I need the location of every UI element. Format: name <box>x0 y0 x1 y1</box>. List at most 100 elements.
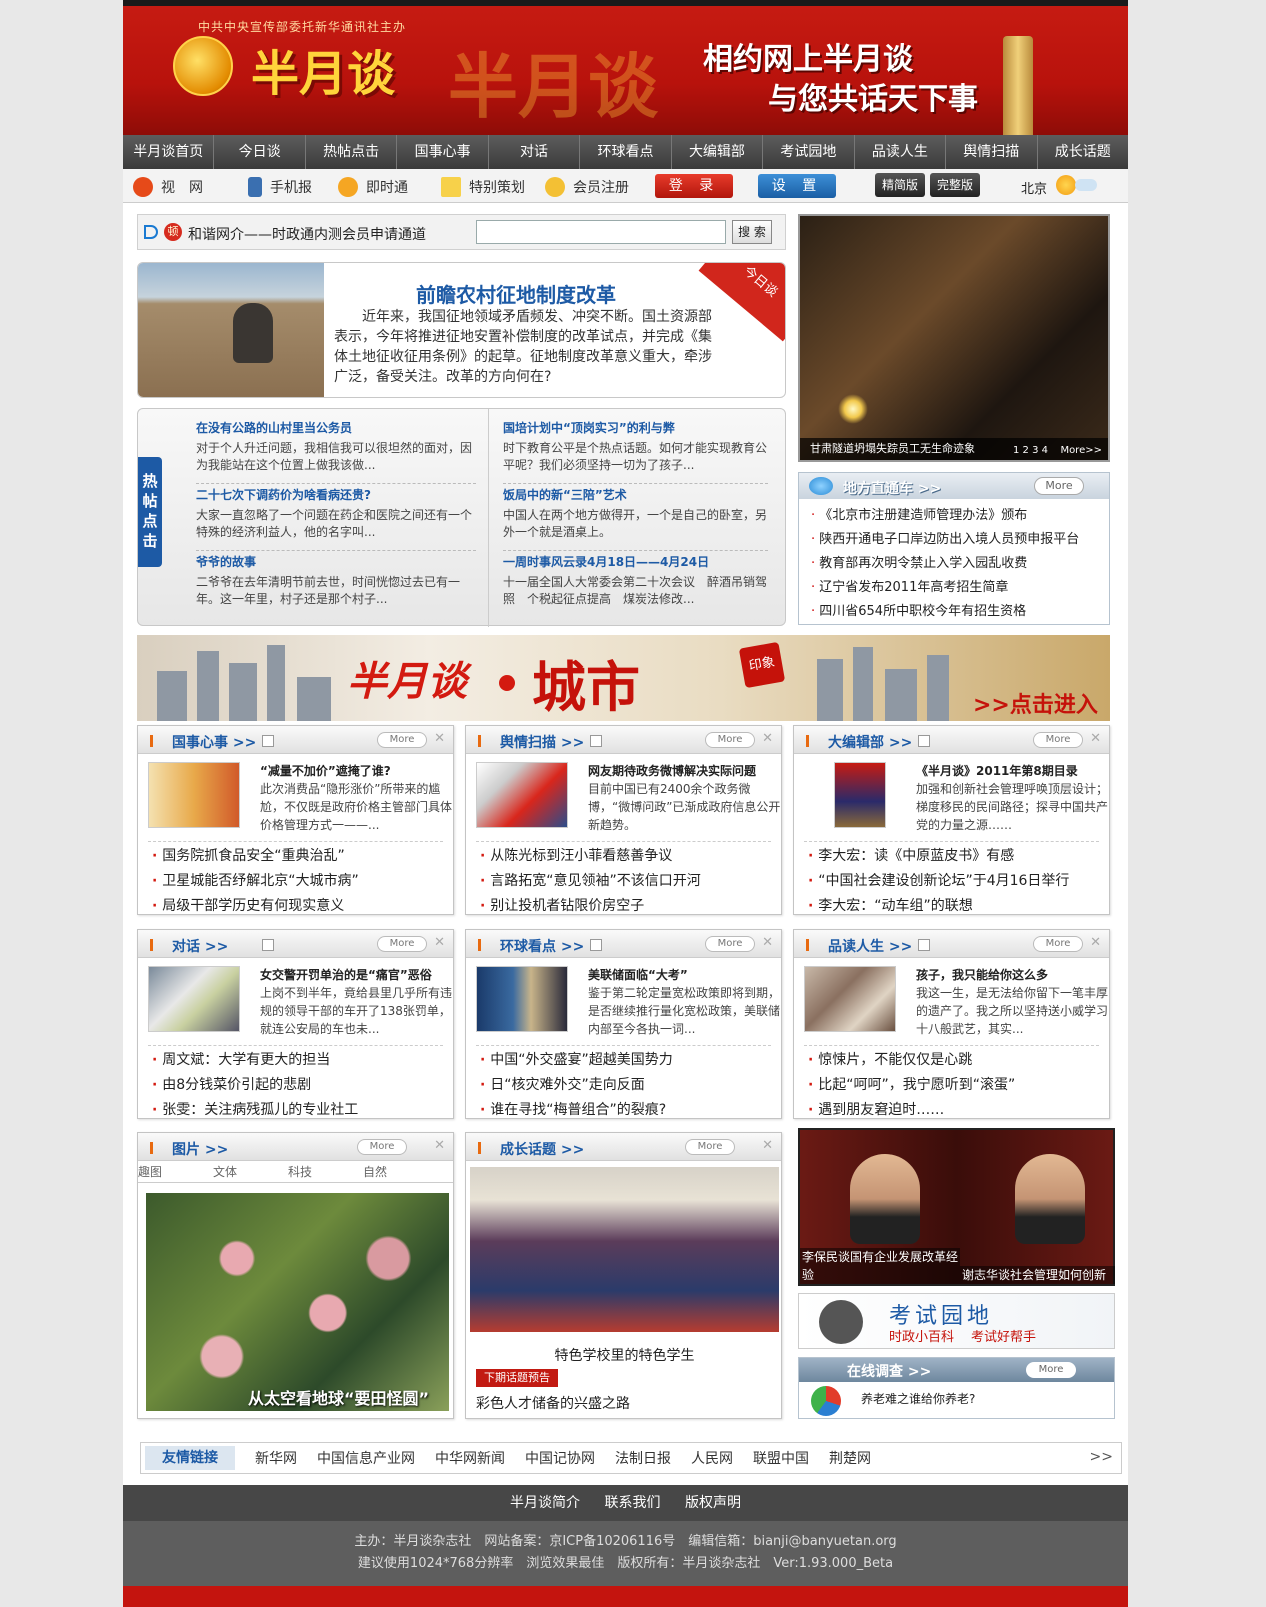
close-icon[interactable]: ✕ <box>434 935 445 950</box>
list-item[interactable]: 别让投机者钻限价房空子 <box>480 894 767 919</box>
box-headline[interactable]: 美联储面临“大考” <box>588 966 688 983</box>
list-item[interactable]: 局级干部学历史有何现实意义 <box>152 894 439 919</box>
list-item[interactable]: 比起“呵呵”，我宁愿听到“滚蛋” <box>808 1073 1095 1098</box>
next-topic-title[interactable]: 彩色人才储备的兴盛之路 <box>476 1393 630 1413</box>
settings-button[interactable]: 设 置 <box>758 174 836 198</box>
local-news-title[interactable]: 地方直通车 >> <box>843 478 941 498</box>
slideshow-more-link[interactable]: More>> <box>1060 445 1102 456</box>
box-thumbnail[interactable] <box>148 966 240 1032</box>
list-item[interactable]: 言路拓宽“意见领袖”不该信口开河 <box>480 869 767 894</box>
speaker-icon[interactable] <box>918 735 930 747</box>
speaker-icon[interactable] <box>918 939 930 951</box>
feature-title[interactable]: 前瞻农村征地制度改革 <box>416 279 616 308</box>
more-button[interactable]: More <box>377 936 427 952</box>
footer-link[interactable]: 版权声明 <box>685 1495 741 1511</box>
list-item[interactable]: 日“核灾难外交”走向反面 <box>480 1073 767 1098</box>
subnav-mobile[interactable]: 手机报 <box>248 177 312 197</box>
friend-link[interactable]: 新华网 <box>255 1448 297 1468</box>
close-icon[interactable]: ✕ <box>434 731 445 746</box>
footer-link[interactable]: 联系我们 <box>605 1495 661 1511</box>
nav-item[interactable]: 大编辑部 <box>672 135 764 169</box>
list-item[interactable]: 李大宏：读《中原蓝皮书》有感 <box>808 844 1095 869</box>
list-item[interactable]: 爷爷的故事 二爷爷在去年清明节前去世，时间恍惚过去已有一年。这一年里，村子还是那个… <box>196 551 476 618</box>
video-caption[interactable]: 谢志华谈社会管理如何创新 <box>960 1266 1115 1284</box>
weather-city[interactable]: 北京 <box>1021 178 1047 197</box>
close-icon[interactable]: ✕ <box>1090 731 1101 746</box>
list-item[interactable]: 教育部再次明令禁止入学入园乱收费 <box>811 552 1097 576</box>
more-button[interactable]: More <box>1026 1362 1076 1378</box>
more-button[interactable]: More <box>1034 477 1084 495</box>
list-item[interactable]: 周文斌：大学有更大的担当 <box>152 1048 439 1073</box>
close-icon[interactable]: ✕ <box>762 935 773 950</box>
list-item[interactable]: 从陈光标到汪小菲看慈善争议 <box>480 844 767 869</box>
nav-item[interactable]: 成长话题 <box>1038 135 1128 169</box>
list-item[interactable]: 饭局中的新“三陪”艺术 中国人在两个地方做得开，一个是自己的卧室，另外一个就是酒桌… <box>503 484 768 551</box>
tab-tech[interactable]: 科技 <box>288 1161 363 1182</box>
box-headline[interactable]: 《半月谈》2011年第8期目录 <box>916 762 1078 779</box>
list-item[interactable]: 二十七次下调药价为啥看病还贵? 大家一直忽略了一个问题在药企和医院之间还有一个特殊… <box>196 484 476 551</box>
more-button[interactable]: More <box>705 936 755 952</box>
box-title[interactable]: 图片 >> <box>172 1139 228 1159</box>
nav-item[interactable]: 对话 <box>489 135 581 169</box>
box-title[interactable]: 环球看点 >> <box>500 936 584 956</box>
box-title[interactable]: 国事心事 >> <box>172 732 256 752</box>
speaker-icon[interactable] <box>590 939 602 951</box>
speaker-icon[interactable] <box>262 735 274 747</box>
friend-link[interactable]: 中国记协网 <box>525 1448 595 1468</box>
more-button[interactable]: More <box>377 732 427 748</box>
more-button[interactable]: More <box>685 1139 735 1155</box>
friend-link[interactable]: 联盟中国 <box>753 1448 809 1468</box>
notice-link[interactable]: 和谐网介——时政通内测会员申请通道 <box>188 224 426 244</box>
nav-item[interactable]: 热帖点击 <box>306 135 398 169</box>
box-thumbnail[interactable] <box>148 762 240 828</box>
globe-logo-icon[interactable] <box>173 36 233 96</box>
growth-image[interactable] <box>470 1167 779 1332</box>
box-thumbnail[interactable] <box>804 966 896 1032</box>
feature-image[interactable] <box>138 263 324 397</box>
nav-item[interactable]: 国事心事 <box>397 135 489 169</box>
photo-slideshow[interactable]: 甘肃隧道坍塌失踪员工无生命迹象 1 2 3 4 More>> <box>798 214 1110 462</box>
close-icon[interactable]: ✕ <box>434 1138 445 1153</box>
box-thumbnail[interactable] <box>476 762 568 828</box>
search-button[interactable]: 搜 索 <box>732 220 772 244</box>
earth-from-space-image[interactable] <box>146 1193 449 1411</box>
close-icon[interactable]: ✕ <box>762 1138 773 1153</box>
box-headline[interactable]: 孩子，我只能给你这么多 <box>916 966 1048 983</box>
close-icon[interactable]: ✕ <box>1090 935 1101 950</box>
list-item[interactable]: 《北京市注册建造师管理办法》颁布 <box>811 504 1097 528</box>
login-button[interactable]: 登 录 <box>655 174 733 198</box>
friend-link[interactable]: 中国信息产业网 <box>317 1448 415 1468</box>
more-button[interactable]: More <box>1033 936 1083 952</box>
box-headline[interactable]: 网友期待政务微博解决实际问题 <box>588 762 756 779</box>
box-thumbnail[interactable] <box>476 966 568 1032</box>
box-headline[interactable]: 女交警开罚单治的是“痛官”恶俗 <box>260 966 432 983</box>
list-item[interactable]: “中国社会建设创新论坛”于4月16日举行 <box>808 869 1095 894</box>
speaker-icon[interactable] <box>590 735 602 747</box>
full-version-button[interactable]: 完整版 <box>930 173 980 197</box>
list-item[interactable]: 谁在寻找“梅普组合”的裂痕? <box>480 1098 767 1123</box>
nav-item[interactable]: 环球看点 <box>580 135 672 169</box>
simple-version-button[interactable]: 精简版 <box>875 173 925 197</box>
subnav-register[interactable]: 会员注册 <box>545 177 629 197</box>
box-title[interactable]: 舆情扫描 >> <box>500 732 584 752</box>
nav-item[interactable]: 考试园地 <box>763 135 855 169</box>
list-item[interactable]: 由8分钱菜价引起的悲剧 <box>152 1073 439 1098</box>
list-item[interactable]: 在没有公路的山村里当公务员 对于个人升迁问题，我相信我可以很坦然的面对，因为我能站… <box>196 417 476 484</box>
tab-sports[interactable]: 文体 <box>213 1161 288 1182</box>
slideshow-pager[interactable]: 1 2 3 4 <box>1013 445 1048 456</box>
list-item[interactable]: 中国“外交盛宴”超越美国势力 <box>480 1048 767 1073</box>
more-button[interactable]: More <box>357 1139 407 1155</box>
feature-story[interactable]: 前瞻农村征地制度改革 近年来，我国征地领域矛盾频发、冲突不断。国土资源部表示，今… <box>137 262 786 398</box>
nav-item[interactable]: 半月谈首页 <box>123 135 215 169</box>
subnav-special[interactable]: 特别策划 <box>441 177 525 197</box>
list-item[interactable]: 一周时事风云录4月18日——4月24日 十一届全国人大常委会第二十次会议 醉酒吊销… <box>503 551 768 618</box>
list-item[interactable]: 惊悚片，不能仅仅是心跳 <box>808 1048 1095 1073</box>
box-title[interactable]: 品读人生 >> <box>828 936 912 956</box>
box-headline[interactable]: “减量不加价”遮掩了谁? <box>260 762 391 779</box>
speaker-icon[interactable] <box>262 939 274 951</box>
friend-link[interactable]: 人民网 <box>691 1448 733 1468</box>
box-title[interactable]: 大编辑部 >> <box>828 732 912 752</box>
survey-title[interactable]: 在线调查 >> <box>847 1361 931 1381</box>
friend-link[interactable]: 中华网新闻 <box>435 1448 505 1468</box>
list-item[interactable]: 辽宁省发布2011年高考招生简章 <box>811 576 1097 600</box>
